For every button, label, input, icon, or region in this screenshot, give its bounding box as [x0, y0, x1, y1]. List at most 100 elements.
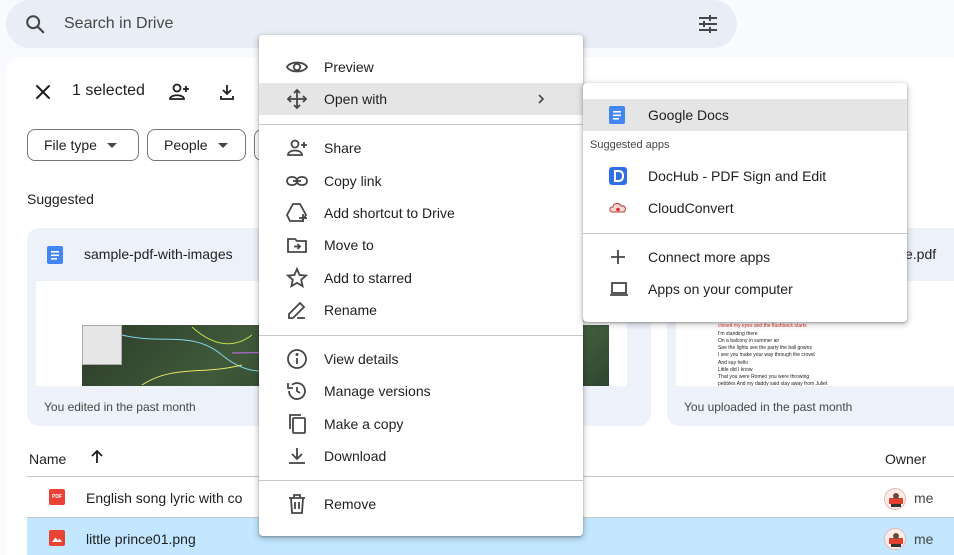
context-menu: Preview Open with Share Copy link Add sh…: [259, 35, 583, 536]
menu-item-rename[interactable]: Rename: [259, 294, 583, 326]
menu-item-label: Rename: [324, 302, 377, 318]
people-filter[interactable]: People: [147, 129, 246, 161]
menu-divider: [259, 335, 583, 336]
menu-item-label: Open with: [324, 91, 388, 107]
history-icon: [285, 379, 309, 403]
app-item-google-docs[interactable]: Google Docs: [583, 99, 907, 131]
app-item-label: DocHub - PDF Sign and Edit: [648, 168, 827, 184]
lyric-line: I'm standing there: [718, 331, 758, 337]
app-item-label: Connect more apps: [648, 249, 771, 265]
app-item-dochub[interactable]: DocHub - PDF Sign and Edit: [583, 160, 907, 192]
app-item-label: CloudConvert: [648, 200, 734, 216]
lyric-line: That you were Romeo you were throwing: [718, 374, 810, 380]
menu-item-add-shortcut[interactable]: Add shortcut to Drive: [259, 197, 583, 229]
pdf-file-icon: PDF: [49, 489, 65, 505]
file-name: English song lyric with co: [86, 490, 243, 506]
suggested-heading: Suggested: [27, 191, 94, 207]
avatar: [884, 528, 906, 550]
lyric-line: And say hello: [718, 360, 749, 366]
dropdown-caret-icon: [106, 142, 117, 148]
menu-item-manage-versions[interactable]: Manage versions: [259, 375, 583, 407]
menu-divider: [259, 480, 583, 481]
copy-icon: [285, 412, 309, 436]
menu-item-label: Move to: [324, 237, 374, 253]
download-icon[interactable]: [217, 82, 237, 102]
connect-more-apps[interactable]: Connect more apps: [583, 241, 907, 273]
avatar: [884, 488, 906, 510]
menu-divider: [259, 124, 583, 125]
google-doc-icon: [47, 246, 63, 264]
lyric-line: closed my eyes and the flashback starts: [718, 323, 807, 329]
menu-item-label: Share: [324, 140, 362, 156]
menu-item-view-details[interactable]: View details: [259, 343, 583, 375]
plus-icon: [609, 248, 627, 266]
menu-item-add-to-starred[interactable]: Add to starred: [259, 262, 583, 294]
selection-count: 1 selected: [72, 82, 145, 99]
dropdown-caret-icon: [217, 142, 228, 148]
menu-item-share[interactable]: Share: [259, 132, 583, 164]
menu-item-label: Make a copy: [324, 416, 404, 432]
move-to-folder-icon: [285, 233, 309, 257]
link-icon: [285, 169, 309, 193]
app-item-cloudconvert[interactable]: CloudConvert: [583, 192, 907, 224]
menu-item-copy-link[interactable]: Copy link: [259, 165, 583, 197]
card-title: e.pdf: [905, 246, 937, 262]
lyric-line: On a balcony in summer air: [718, 338, 780, 344]
clear-selection-icon[interactable]: [34, 83, 52, 101]
menu-item-move-to[interactable]: Move to: [259, 229, 583, 261]
dochub-icon: [609, 167, 627, 185]
column-header-owner[interactable]: Owner: [885, 451, 926, 467]
sort-ascending-icon[interactable]: [88, 448, 106, 466]
file-type-filter[interactable]: File type: [27, 129, 139, 161]
menu-item-label: Add to starred: [324, 270, 412, 286]
menu-item-download[interactable]: Download: [259, 440, 583, 472]
info-icon: [285, 347, 309, 371]
share-icon[interactable]: [168, 82, 190, 102]
image-file-icon: [49, 530, 65, 546]
lyric-line: See the lights see the party the ball go…: [718, 345, 812, 351]
rename-pen-icon: [285, 298, 309, 322]
menu-item-preview[interactable]: Preview: [259, 51, 583, 83]
download-icon: [285, 444, 309, 468]
menu-item-label: Copy link: [324, 173, 382, 189]
column-header-name[interactable]: Name: [29, 451, 66, 467]
suggested-apps-heading: Suggested apps: [590, 139, 670, 151]
owner-label: me: [914, 490, 934, 506]
menu-item-remove[interactable]: Remove: [259, 488, 583, 520]
cloudconvert-icon: [609, 199, 627, 217]
lyric-line: Little did I know: [718, 367, 753, 373]
laptop-icon: [609, 280, 629, 298]
menu-item-label: Preview: [324, 59, 374, 75]
chevron-right-icon: [535, 92, 547, 106]
star-icon: [285, 266, 309, 290]
people-filter-label: People: [164, 137, 208, 153]
search-input[interactable]: [64, 12, 624, 36]
menu-item-label: View details: [324, 351, 399, 367]
search-options-icon[interactable]: [696, 12, 720, 36]
map-legend: [82, 325, 122, 365]
person-add-icon: [285, 136, 309, 160]
google-docs-icon: [609, 106, 625, 124]
app-item-label: Google Docs: [648, 107, 729, 123]
lyric-line: I see you make your way through the crow…: [718, 352, 815, 358]
menu-divider: [583, 233, 907, 234]
lyric-line: pebbles And my daddy said stay away from…: [718, 381, 828, 387]
move-arrows-icon: [285, 87, 309, 111]
app-item-label: Apps on your computer: [648, 281, 793, 297]
eye-icon: [285, 55, 309, 79]
open-with-submenu: Google Docs Suggested apps DocHub - PDF …: [583, 83, 907, 322]
card-subtitle: You uploaded in the past month: [684, 400, 853, 414]
file-name: little prince01.png: [86, 531, 196, 547]
menu-item-open-with[interactable]: Open with: [259, 83, 583, 115]
menu-item-make-copy[interactable]: Make a copy: [259, 408, 583, 440]
owner-label: me: [914, 531, 934, 547]
add-shortcut-icon: [285, 201, 309, 225]
menu-item-label: Remove: [324, 496, 377, 512]
card-title: sample-pdf-with-images: [84, 246, 233, 262]
search-icon[interactable]: [24, 13, 46, 35]
menu-item-label: Manage versions: [324, 383, 431, 399]
card-subtitle: You edited in the past month: [44, 400, 196, 414]
apps-on-computer[interactable]: Apps on your computer: [583, 273, 907, 305]
menu-item-label: Add shortcut to Drive: [324, 205, 455, 221]
menu-item-label: Download: [324, 448, 387, 464]
